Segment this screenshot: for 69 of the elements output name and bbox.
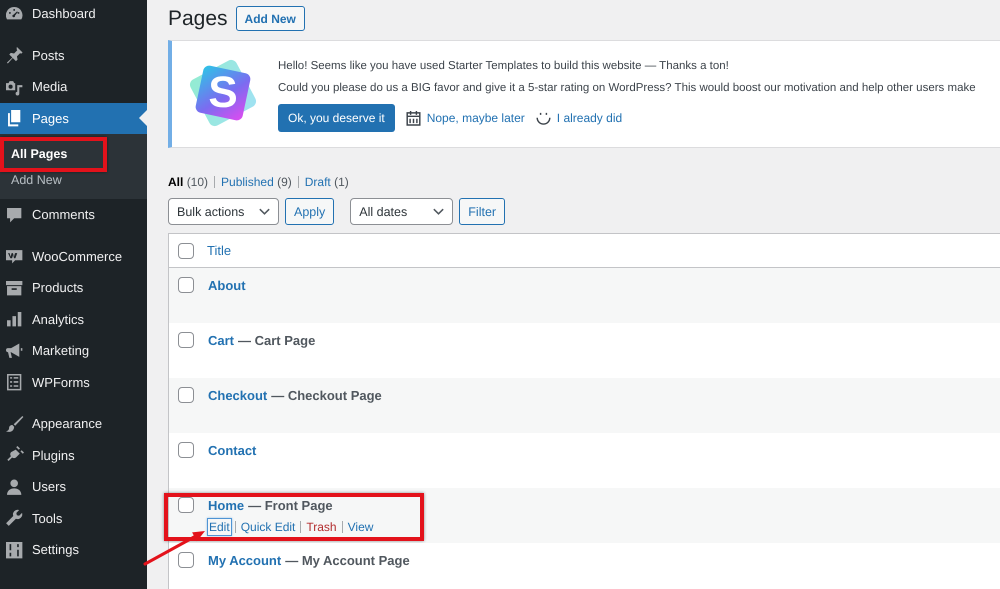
date-filter-select[interactable]: All dates	[350, 198, 454, 225]
page-title-link[interactable]: Home	[208, 498, 244, 512]
sidebar-menu-item[interactable]: WooCommerce	[0, 240, 147, 272]
bubble-badge-icon	[6, 247, 24, 266]
notice-link[interactable]: Nope, maybe later	[426, 111, 525, 125]
page-title-link[interactable]: Contact	[208, 442, 256, 458]
page-title-link[interactable]: Checkout	[208, 388, 268, 402]
page-state-label: — Front Page	[248, 498, 333, 512]
status-filter-link[interactable]: Draft (1)	[304, 175, 349, 189]
page-title-link[interactable]: Cart	[208, 332, 234, 348]
bulk-actions-select[interactable]: Bulk actions	[168, 198, 279, 225]
row-action-link[interactable]: Quick Edit	[240, 519, 296, 535]
wrench-icon	[6, 509, 24, 528]
filter-button[interactable]: Filter	[459, 198, 506, 225]
speech-bubble-icon	[6, 206, 24, 224]
page-title-link[interactable]: My Account	[208, 552, 282, 568]
megaphone-icon	[6, 342, 24, 360]
sidebar-menu-item[interactable]: Analytics	[0, 304, 147, 335]
column-header-link[interactable]: Title	[207, 243, 232, 258]
rate-button[interactable]: Ok, you deserve it	[278, 104, 395, 132]
page-title: Pages	[168, 6, 228, 31]
page-state-label: — Checkout Page	[271, 388, 382, 402]
checkbox[interactable]	[178, 242, 194, 258]
form-icon	[6, 373, 24, 392]
sidebar-menu-item[interactable]: Plugins	[0, 440, 147, 471]
sliders-icon	[6, 540, 24, 559]
sidebar-menu-item[interactable]: Posts	[0, 40, 147, 71]
notice-text: Could you please do us a BIG favor and give it a 5-star rating on WordPress? This would boost our motivation and help other users make	[278, 81, 976, 96]
sidebar-menu-item[interactable]: Media	[0, 71, 147, 102]
paintbrush-icon	[6, 414, 24, 433]
status-filter-link[interactable]: Published (9)	[221, 175, 292, 189]
page-state-label: — Cart Page	[238, 332, 316, 348]
checkbox[interactable]	[178, 387, 194, 403]
chevron-down-icon	[259, 208, 270, 215]
checkbox[interactable]	[178, 332, 194, 348]
apply-button[interactable]: Apply	[285, 198, 334, 225]
checkbox[interactable]	[178, 277, 194, 293]
user-icon	[6, 478, 24, 496]
sidebar-menu-item[interactable]: Settings	[0, 534, 147, 566]
row-action-link[interactable]: Trash	[305, 519, 338, 535]
checkbox[interactable]	[178, 442, 194, 458]
sidebar-menu-item[interactable]: WPForms	[0, 366, 147, 398]
sidebar-menu-item[interactable]: Tools	[0, 502, 147, 534]
archive-box-icon	[6, 278, 24, 297]
sidebar-menu-item[interactable]: Dashboard	[0, 0, 147, 30]
app-logo: S	[185, 54, 261, 132]
page-state-label: — My Account Page	[285, 552, 410, 568]
add-new-button[interactable]: Add New	[236, 6, 305, 31]
checkbox[interactable]	[178, 552, 194, 568]
notice-link[interactable]: I already did	[556, 111, 622, 125]
sidebar-menu-item[interactable]: Appearance	[0, 408, 147, 440]
sidebar-menu-item[interactable]: Marketing	[0, 335, 147, 366]
sidebar-menu-item[interactable]: Products	[0, 272, 147, 304]
row-action-link[interactable]: Edit	[208, 519, 231, 535]
pin-icon	[6, 46, 24, 64]
sidebar-menu-item[interactable]: Comments	[0, 199, 147, 230]
checkbox[interactable]	[178, 497, 194, 513]
bar-chart-icon	[6, 310, 24, 328]
sidebar-menu-item[interactable]: Users	[0, 471, 147, 502]
sidebar-menu-item[interactable]: Pages	[0, 102, 147, 134]
row-action-link[interactable]: View	[346, 519, 374, 535]
submenu-item[interactable]: All Pages	[0, 141, 147, 167]
calendar-icon	[406, 110, 421, 126]
notice-text: Hello! Seems like you have used Starter Templates to build this website — Thanks a ton!	[278, 59, 730, 74]
status-filter-link[interactable]: All (10)	[168, 175, 208, 189]
page-title-link[interactable]: About	[208, 278, 246, 292]
smile-icon	[536, 110, 551, 126]
submenu-item[interactable]: Add New	[0, 167, 147, 193]
chevron-down-icon	[433, 208, 444, 215]
